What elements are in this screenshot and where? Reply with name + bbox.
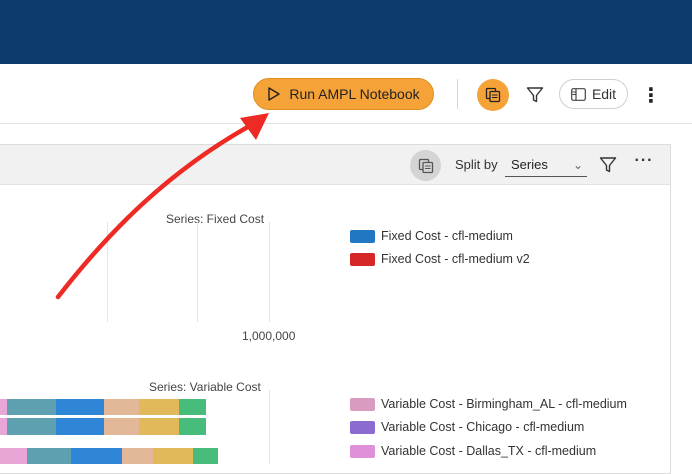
edit-button-label: Edit: [591, 86, 617, 102]
legend-label: Variable Cost - Dallas_TX - cfl-medium: [381, 444, 597, 458]
bar-segment: [0, 399, 7, 415]
play-icon: [268, 87, 281, 101]
legend-swatch: [350, 444, 375, 458]
bar-row: [0, 418, 206, 435]
copy-icon: [418, 158, 433, 173]
run-button-label: Run AMPL Notebook: [289, 86, 420, 102]
legend-label: Variable Cost - Chicago - cfl-medium: [381, 420, 585, 434]
filter-icon: [526, 87, 544, 103]
panel-filter-button[interactable]: [598, 155, 618, 175]
bar-segment: [139, 418, 179, 435]
panel-copy-button[interactable]: [410, 150, 441, 181]
bar-segment: [0, 448, 27, 464]
legend-item[interactable]: Variable Cost - Birmingham_AL - cfl-medi…: [350, 397, 627, 411]
gridline: [197, 222, 198, 322]
filter-icon: [599, 157, 617, 173]
top-navigation-bar: [0, 0, 692, 64]
legend-item[interactable]: Fixed Cost - cfl-medium v2: [350, 252, 530, 266]
bar-row: [0, 399, 206, 415]
copy-button[interactable]: [477, 79, 509, 111]
variable-cost-chart-title: Series: Variable Cost: [149, 380, 261, 394]
legend-swatch: [350, 252, 375, 266]
x-axis-tick-label: 1,000,000: [242, 329, 296, 343]
bar-row: [0, 448, 218, 464]
gridline: [269, 222, 270, 322]
legend-swatch: [350, 420, 375, 434]
bar-segment: [56, 399, 104, 415]
bar-segment: [7, 418, 56, 435]
chevron-down-icon: ⌄: [572, 157, 583, 172]
split-by-select[interactable]: Series ⌄: [505, 153, 587, 177]
copy-icon: [485, 87, 501, 103]
legend-item[interactable]: Fixed Cost - cfl-medium: [350, 229, 513, 243]
gridline: [269, 390, 270, 464]
legend-item[interactable]: Variable Cost - Dallas_TX - cfl-medium: [350, 444, 596, 458]
filter-button[interactable]: [522, 83, 548, 107]
split-by-value: Series: [511, 157, 548, 172]
legend-swatch: [350, 397, 375, 411]
bar-segment: [179, 399, 206, 415]
legend-swatch: [350, 229, 375, 243]
bar-segment: [0, 418, 7, 435]
toolbar-divider: [457, 79, 458, 109]
legend-label: Fixed Cost - cfl-medium: [381, 229, 513, 243]
bar-segment: [7, 399, 56, 415]
bar-segment: [122, 448, 153, 464]
edit-button[interactable]: Edit: [559, 79, 628, 109]
gridline: [107, 222, 108, 322]
bar-segment: [56, 418, 104, 435]
legend-label: Variable Cost - Birmingham_AL - cfl-medi…: [381, 397, 627, 411]
bar-segment: [193, 448, 218, 464]
legend-label: Fixed Cost - cfl-medium v2: [381, 252, 530, 266]
bar-segment: [153, 448, 193, 464]
layout-icon: [571, 87, 586, 101]
more-options-icon[interactable]: ⋮: [640, 82, 662, 108]
split-by-label: Split by: [455, 157, 498, 172]
bar-segment: [179, 418, 206, 435]
fixed-cost-chart-title: Series: Fixed Cost: [166, 212, 265, 226]
panel-more-options-icon[interactable]: ···: [633, 152, 655, 176]
bar-segment: [104, 418, 139, 435]
legend-item[interactable]: Variable Cost - Chicago - cfl-medium: [350, 420, 584, 434]
bar-segment: [104, 399, 139, 415]
run-ampl-notebook-button[interactable]: Run AMPL Notebook: [253, 78, 434, 110]
variable-cost-bars: [0, 399, 218, 464]
bar-segment: [71, 448, 122, 464]
bar-segment: [27, 448, 71, 464]
bar-segment: [139, 399, 179, 415]
